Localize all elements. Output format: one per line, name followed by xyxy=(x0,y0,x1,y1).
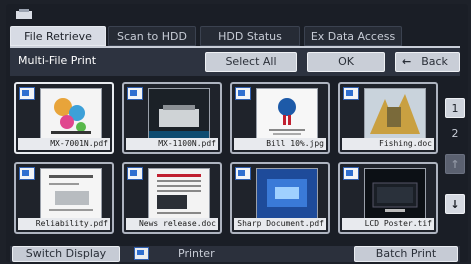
file-tile[interactable]: MX-7001N.pdf xyxy=(14,82,114,154)
file-tile[interactable]: MX-1100N.pdf xyxy=(122,82,222,154)
file-tile[interactable]: Fishing.doc xyxy=(338,82,438,154)
scroll-up-button[interactable]: ↑ xyxy=(445,154,465,174)
back-label: Back xyxy=(421,55,448,68)
printer-icon xyxy=(134,247,149,260)
file-thumbnail xyxy=(256,88,318,140)
back-button[interactable]: ← Back xyxy=(395,52,460,72)
page-title: Multi-File Print xyxy=(18,54,97,67)
file-name: MX-7001N.pdf xyxy=(18,138,110,150)
file-tile[interactable]: Bill 10%.jpg xyxy=(230,82,330,154)
file-name: MX-1100N.pdf xyxy=(126,138,218,150)
page-1-button[interactable]: 1 xyxy=(445,98,465,118)
file-thumbnail xyxy=(148,88,210,140)
file-type-icon xyxy=(19,87,35,100)
file-name: Reliability.pdf xyxy=(18,218,110,230)
printer-label: Printer xyxy=(178,247,215,260)
arrow-up-icon: ↑ xyxy=(450,158,460,171)
file-tile[interactable]: LCD Poster.tif xyxy=(338,162,438,234)
file-thumbnail xyxy=(364,88,426,140)
file-type-icon xyxy=(235,87,251,100)
file-name: Bill 10%.jpg xyxy=(234,138,326,150)
select-all-button[interactable]: Select All xyxy=(205,52,297,72)
file-name: LCD Poster.tif xyxy=(342,218,434,230)
file-thumbnail xyxy=(40,168,102,220)
tab-file-retrieve[interactable]: File Retrieve xyxy=(10,26,106,46)
tab-scan-to-hdd[interactable]: Scan to HDD xyxy=(108,26,196,46)
file-type-icon xyxy=(127,167,143,180)
batch-print-button[interactable]: Batch Print xyxy=(354,246,458,262)
tab-ex-data-access[interactable]: Ex Data Access xyxy=(304,26,402,46)
file-thumbnail xyxy=(40,88,102,140)
file-grid: MX-7001N.pdf MX-1100N.pdf Bill 10%.jpg F… xyxy=(14,82,438,242)
switch-display-button[interactable]: Switch Display xyxy=(12,246,120,262)
header-bar: Multi-File Print Select All OK ← Back xyxy=(10,46,460,76)
file-name: News release.doc xyxy=(126,218,218,230)
footer-bar: Switch Display Printer Batch Print xyxy=(10,246,460,262)
tab-bar: File Retrieve Scan to HDD HDD Status Ex … xyxy=(10,26,462,46)
ok-button[interactable]: OK xyxy=(307,52,385,72)
scanner-icon xyxy=(16,9,32,19)
back-arrow-icon: ← xyxy=(402,55,412,68)
file-tile[interactable]: Sharp Document.pdf xyxy=(230,162,330,234)
arrow-down-icon: ↓ xyxy=(450,198,460,211)
page-2-indicator: 2 xyxy=(451,127,459,140)
file-tile[interactable]: News release.doc xyxy=(122,162,222,234)
scroll-down-button[interactable]: ↓ xyxy=(445,194,465,214)
file-type-icon xyxy=(127,87,143,100)
file-type-icon xyxy=(343,87,359,100)
file-name: Fishing.doc xyxy=(342,138,434,150)
file-thumbnail xyxy=(256,168,318,220)
file-tile[interactable]: Reliability.pdf xyxy=(14,162,114,234)
file-thumbnail xyxy=(148,168,210,220)
file-type-icon xyxy=(19,167,35,180)
file-thumbnail xyxy=(364,168,426,220)
tab-hdd-status[interactable]: HDD Status xyxy=(200,26,300,46)
file-type-icon xyxy=(235,167,251,180)
file-type-icon xyxy=(343,167,359,180)
file-name: Sharp Document.pdf xyxy=(234,218,326,230)
